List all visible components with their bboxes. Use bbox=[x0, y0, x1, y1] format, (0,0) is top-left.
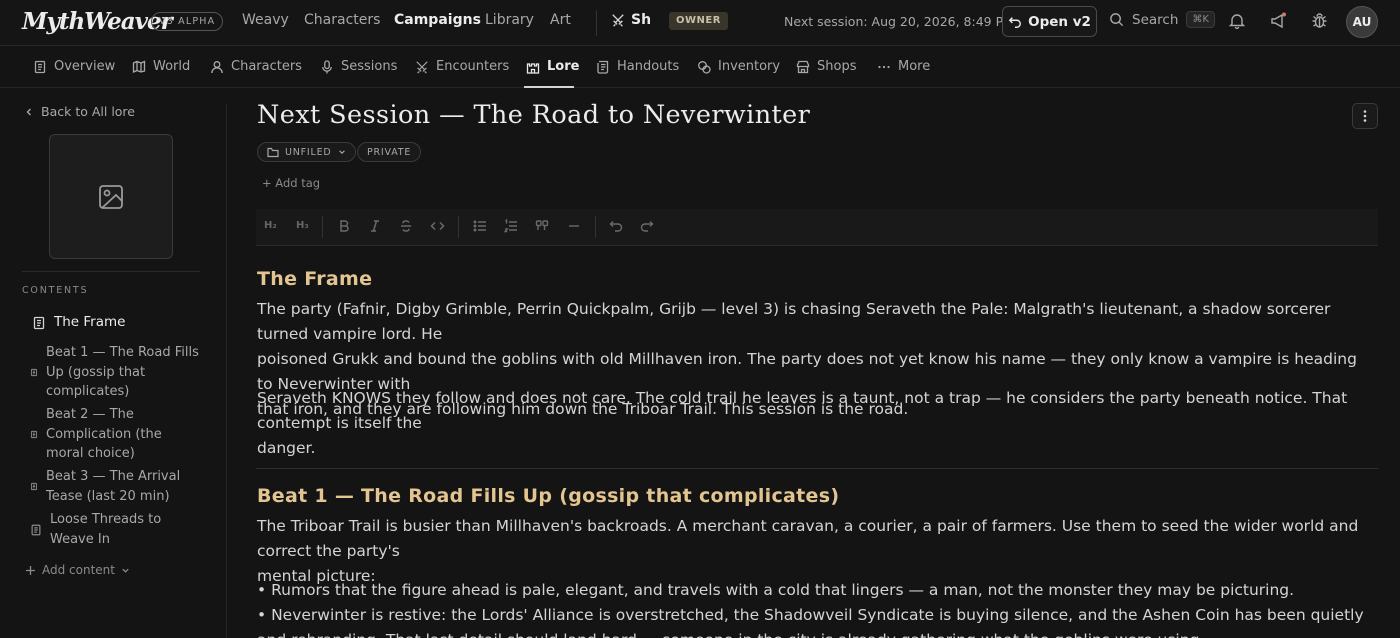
version-badge: V3 ALPHA bbox=[151, 12, 224, 31]
redo-icon[interactable] bbox=[640, 219, 654, 233]
app-logo[interactable]: MythWeaver bbox=[22, 8, 173, 35]
tab-handouts[interactable]: Handouts bbox=[596, 59, 679, 74]
toolbar-divider bbox=[322, 216, 323, 238]
contents-heading: CONTENTS bbox=[22, 285, 89, 296]
bag-icon bbox=[697, 60, 711, 74]
heading-2-button[interactable]: H₂ bbox=[264, 220, 277, 231]
code-icon[interactable] bbox=[430, 219, 445, 233]
user-avatar[interactable]: AU bbox=[1346, 6, 1378, 38]
document-icon bbox=[30, 524, 42, 536]
toc-item-the-frame[interactable]: The Frame bbox=[32, 313, 125, 333]
nav-library[interactable]: Library bbox=[485, 12, 534, 28]
toc-item-beat-3[interactable]: Beat 3 — The Arrival Tease (last 20 min) bbox=[30, 467, 180, 506]
sidebar-border bbox=[226, 104, 227, 638]
section-divider bbox=[256, 468, 1378, 469]
chevron-down-icon bbox=[121, 566, 130, 575]
back-to-lore-link[interactable]: Back to All lore bbox=[24, 104, 135, 119]
more-options-button[interactable] bbox=[1352, 103, 1378, 129]
add-content-button[interactable]: Add content bbox=[25, 563, 130, 577]
document-icon bbox=[32, 316, 46, 330]
owner-badge: OWNER bbox=[669, 12, 728, 30]
tab-shops[interactable]: Shops bbox=[796, 59, 856, 74]
nav-art[interactable]: Art bbox=[550, 12, 571, 28]
toolbar-divider bbox=[595, 216, 596, 238]
store-icon bbox=[796, 60, 810, 74]
folder-select[interactable]: UNFILED bbox=[257, 142, 356, 162]
search-shortcut: ⌘K bbox=[1186, 11, 1215, 28]
tab-sessions[interactable]: Sessions bbox=[320, 59, 397, 74]
active-tab-indicator bbox=[524, 86, 574, 88]
toc-item-loose-threads[interactable]: Loose Threads to Weave In bbox=[30, 510, 161, 549]
crossed-swords-icon bbox=[611, 13, 625, 27]
undo-icon[interactable] bbox=[609, 219, 623, 233]
vertical-ellipsis-icon bbox=[1363, 109, 1367, 123]
tab-characters[interactable]: Characters bbox=[210, 59, 302, 74]
horizontal-rule-icon[interactable] bbox=[567, 219, 581, 233]
undo-arrow-icon bbox=[1008, 15, 1022, 29]
nav-characters[interactable]: Characters bbox=[304, 12, 380, 28]
italic-icon[interactable] bbox=[368, 219, 382, 233]
chevron-down-icon bbox=[338, 148, 346, 156]
top-bar: MythWeaver V3 ALPHA Weavy Characters Cam… bbox=[0, 0, 1400, 46]
visibility-badge[interactable]: PRIVATE bbox=[357, 142, 422, 162]
chevron-left-icon bbox=[24, 107, 34, 117]
sidebar-divider bbox=[22, 271, 200, 272]
section-heading-beat-1: Beat 1 — The Road Fills Up (gossip that … bbox=[257, 485, 840, 507]
map-icon bbox=[132, 60, 146, 74]
nav-weavy[interactable]: Weavy bbox=[242, 12, 289, 28]
numbered-list-icon[interactable] bbox=[504, 219, 518, 233]
toc-item-beat-1[interactable]: Beat 1 — The Road Fills Up (gossip that … bbox=[30, 343, 199, 402]
page-title[interactable]: Next Session — The Road to Neverwinter bbox=[257, 100, 810, 130]
document-icon bbox=[30, 430, 38, 439]
campaign-switcher[interactable]: Sh bbox=[611, 12, 651, 28]
editor-toolbar: H₂ H₃ bbox=[256, 209, 1378, 246]
microphone-icon bbox=[320, 59, 334, 74]
nav-divider bbox=[596, 10, 597, 36]
search-icon bbox=[1109, 12, 1124, 27]
section-heading-the-frame: The Frame bbox=[257, 268, 373, 290]
crossed-swords-icon bbox=[415, 60, 429, 74]
bug-icon[interactable] bbox=[1311, 12, 1328, 29]
tab-more[interactable]: More bbox=[877, 59, 930, 74]
list-item[interactable]: and rebranding. That last detail should … bbox=[257, 628, 1367, 638]
tab-inventory[interactable]: Inventory bbox=[697, 59, 780, 74]
tab-overview[interactable]: Overview bbox=[33, 59, 115, 74]
paragraph[interactable]: Seraveth KNOWS they follow and does not … bbox=[257, 386, 1367, 461]
tab-world[interactable]: World bbox=[132, 59, 190, 74]
folder-icon bbox=[267, 147, 279, 158]
bell-icon[interactable] bbox=[1229, 12, 1245, 29]
nav-campaigns[interactable]: Campaigns bbox=[394, 12, 481, 28]
next-session-text: Next session: Aug 20, 2026, 8:49 PM bbox=[784, 14, 1014, 29]
section-tabs: Overview World Characters Sessions Encou… bbox=[0, 47, 1400, 88]
tab-encounters[interactable]: Encounters bbox=[415, 59, 509, 74]
document-icon bbox=[30, 368, 38, 377]
list-item[interactable]: • Rumors that the figure ahead is pale, … bbox=[257, 578, 1367, 603]
tab-lore[interactable]: Lore bbox=[526, 59, 579, 74]
campaign-name: Sh bbox=[631, 12, 652, 28]
add-tag-button[interactable]: + Add tag bbox=[262, 176, 320, 190]
bulleted-list-icon[interactable] bbox=[473, 219, 487, 233]
heading-3-button[interactable]: H₃ bbox=[296, 220, 309, 231]
cover-image-placeholder[interactable] bbox=[49, 134, 173, 259]
toolbar-divider bbox=[458, 216, 459, 238]
open-v2-button[interactable]: Open v2 bbox=[1002, 6, 1097, 37]
document-icon bbox=[30, 482, 38, 491]
ellipsis-icon bbox=[877, 60, 891, 74]
list-item[interactable]: • Neverwinter is restive: the Lords' All… bbox=[257, 603, 1367, 628]
toc-item-beat-2[interactable]: Beat 2 — The Complication (the moral cho… bbox=[30, 405, 162, 464]
scroll-icon bbox=[596, 60, 610, 74]
megaphone-icon[interactable] bbox=[1270, 12, 1288, 29]
search-label: Search bbox=[1132, 11, 1179, 28]
image-icon bbox=[98, 184, 124, 210]
plus-icon bbox=[25, 565, 36, 576]
bold-icon[interactable] bbox=[337, 219, 351, 233]
notebook-icon bbox=[33, 60, 47, 74]
strikethrough-icon[interactable] bbox=[399, 219, 413, 233]
search-button[interactable]: Search ⌘K bbox=[1109, 11, 1215, 28]
open-v2-label: Open v2 bbox=[1028, 13, 1091, 30]
blockquote-icon[interactable] bbox=[535, 219, 549, 233]
person-icon bbox=[210, 60, 224, 74]
castle-icon bbox=[526, 60, 540, 74]
